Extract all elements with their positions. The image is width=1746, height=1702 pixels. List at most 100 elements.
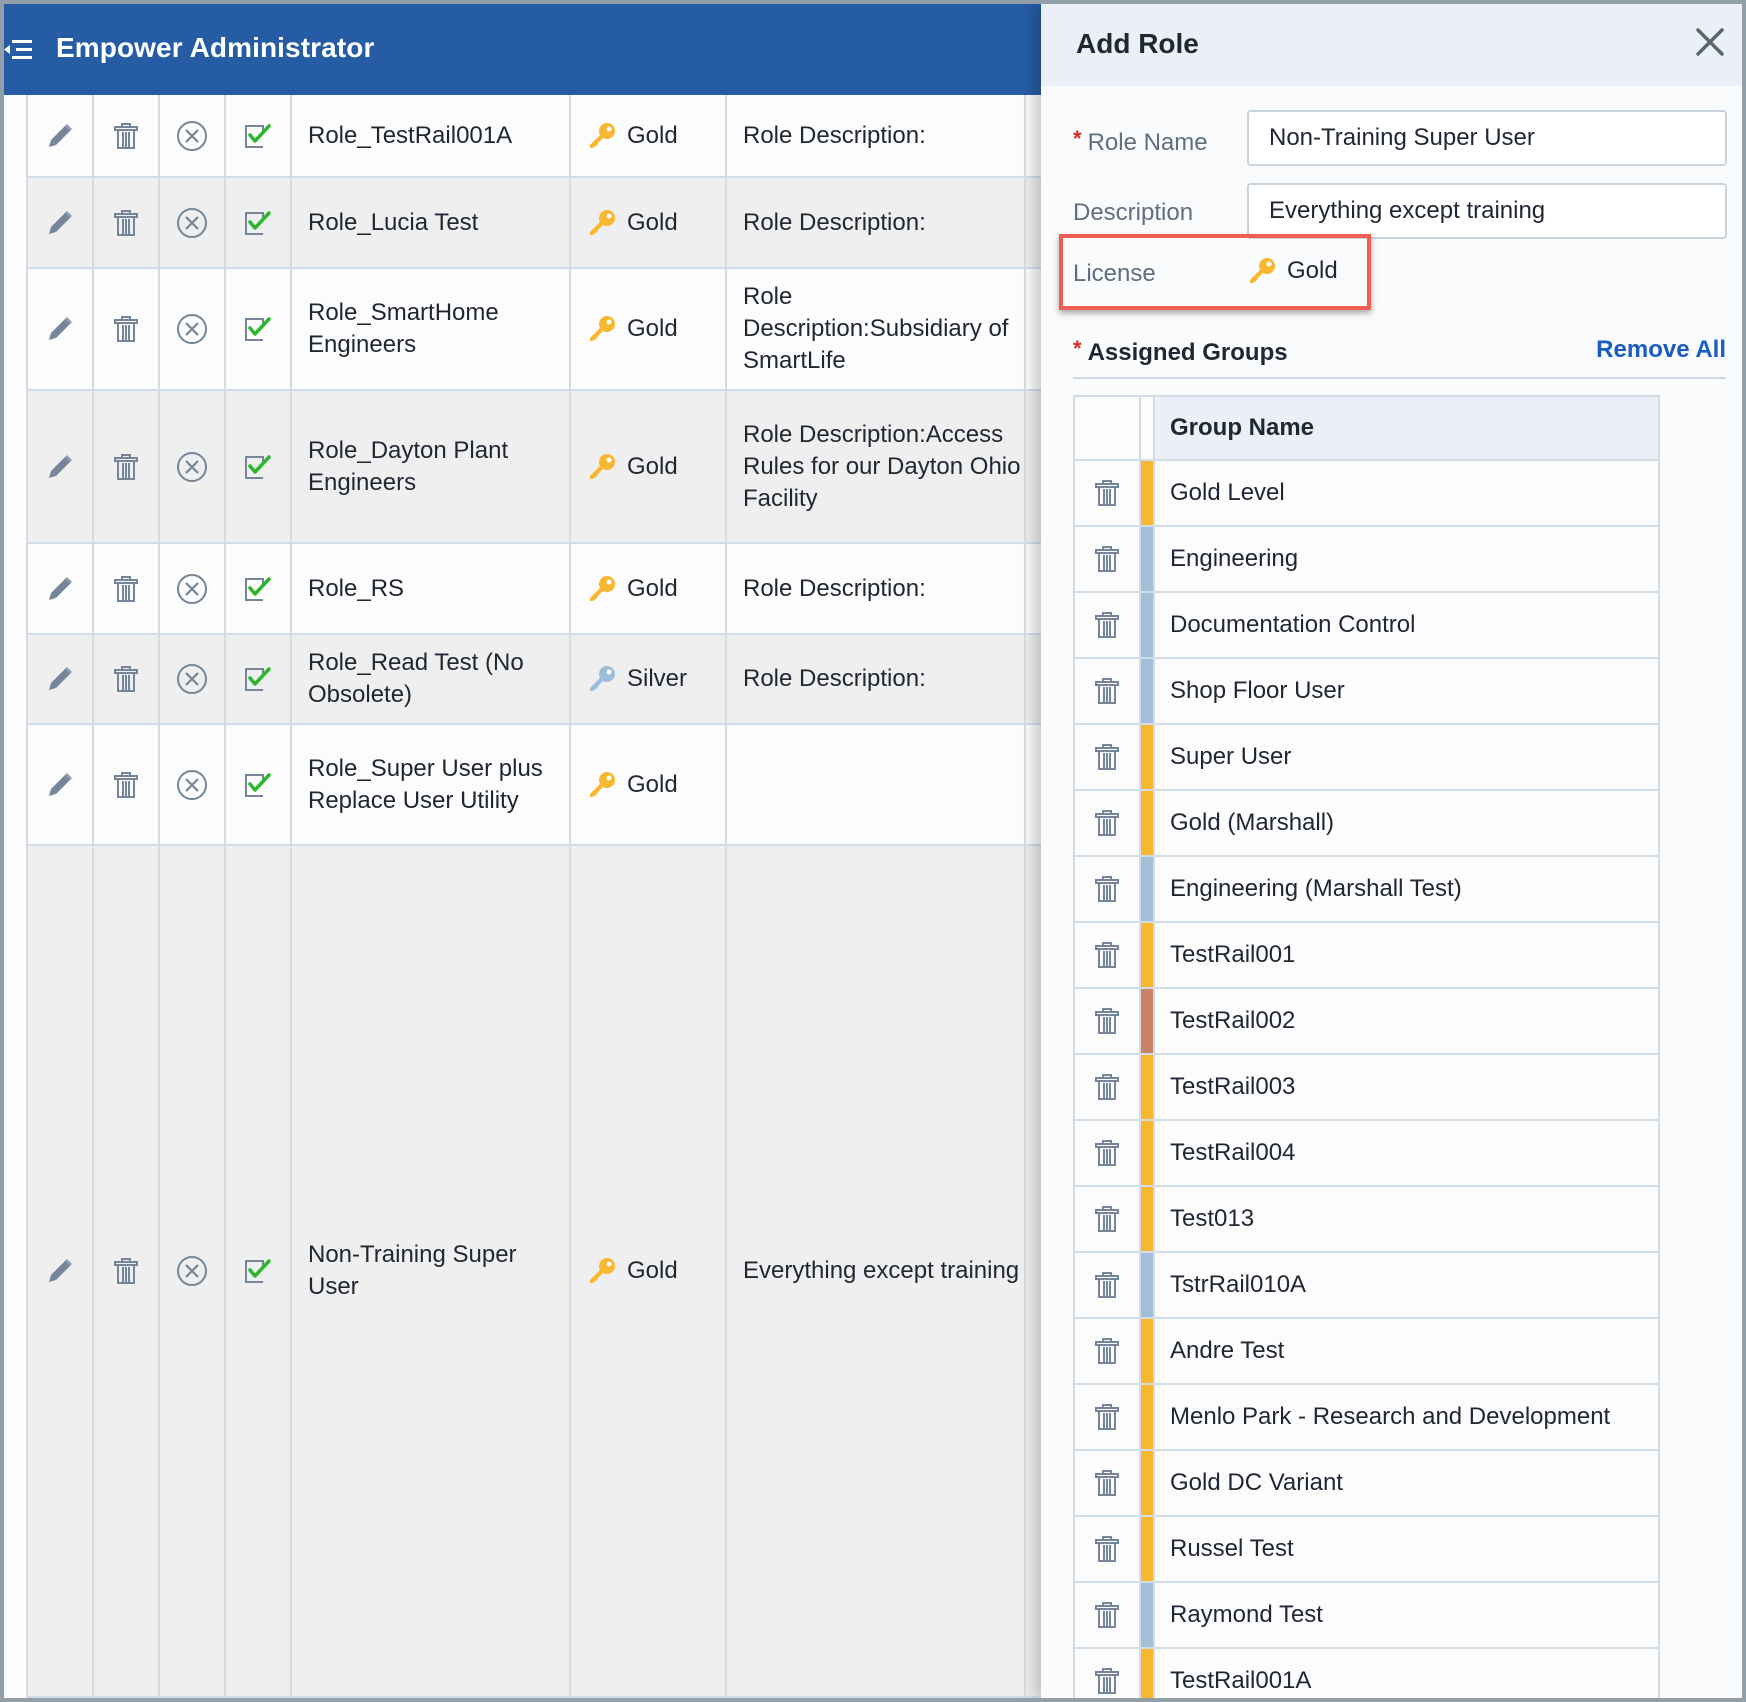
group-name: TstrRail010A bbox=[1170, 1271, 1307, 1298]
activate-role-checkbox[interactable] bbox=[224, 178, 290, 267]
edit-role-button[interactable] bbox=[26, 544, 92, 633]
remove-group-button[interactable] bbox=[1075, 1187, 1141, 1251]
activate-role-checkbox[interactable] bbox=[224, 95, 290, 176]
delete-role-button[interactable] bbox=[92, 178, 158, 267]
role-name-input[interactable] bbox=[1247, 110, 1727, 166]
activate-role-checkbox[interactable] bbox=[224, 391, 290, 542]
group-license-color-strip bbox=[1141, 527, 1155, 591]
role-description: Role Description:Subsidiary of SmartLife bbox=[743, 283, 1009, 374]
edit-role-button[interactable] bbox=[26, 635, 92, 723]
trash-icon bbox=[1094, 1205, 1120, 1233]
group-row: Raymond Test bbox=[1075, 1583, 1658, 1649]
remove-group-button[interactable] bbox=[1075, 989, 1141, 1053]
role-row[interactable]: Role_SmartHome Engineers Gold Role Descrip… bbox=[26, 269, 1126, 391]
deactivate-role-button[interactable] bbox=[158, 178, 224, 267]
section-divider bbox=[1073, 377, 1726, 379]
role-row[interactable]: Role_Read Test (No Obsolete) Silver Role D… bbox=[26, 635, 1126, 725]
license-cell: Gold bbox=[569, 178, 725, 267]
deactivate-role-button[interactable] bbox=[158, 391, 224, 542]
deactivate-role-button[interactable] bbox=[158, 725, 224, 844]
group-row: Gold Level bbox=[1075, 461, 1658, 527]
remove-group-button[interactable] bbox=[1075, 1055, 1141, 1119]
role-name: Role_Lucia Test bbox=[308, 208, 479, 236]
roles-table: Role_TestRail001AGoldRole Description:TR… bbox=[26, 95, 1126, 1698]
remove-group-button[interactable] bbox=[1075, 923, 1141, 987]
activate-role-checkbox[interactable] bbox=[224, 846, 290, 1696]
remove-group-button[interactable] bbox=[1075, 1451, 1141, 1515]
deactivate-x-circle-icon bbox=[176, 313, 208, 345]
group-name: Menlo Park - Research and Development bbox=[1170, 1403, 1611, 1430]
deactivate-role-button[interactable] bbox=[158, 544, 224, 633]
remove-group-button[interactable] bbox=[1075, 1517, 1141, 1581]
delete-role-button[interactable] bbox=[92, 95, 158, 176]
trash-icon bbox=[1094, 1271, 1120, 1299]
group-row: TestRail003 bbox=[1075, 1055, 1658, 1121]
deactivate-role-button[interactable] bbox=[158, 635, 224, 723]
deactivate-role-button[interactable] bbox=[158, 95, 224, 176]
remove-group-button[interactable] bbox=[1075, 1385, 1141, 1449]
edit-pencil-icon bbox=[46, 665, 74, 693]
remove-group-button[interactable] bbox=[1075, 593, 1141, 657]
license-name: Gold bbox=[627, 574, 678, 602]
remove-group-button[interactable] bbox=[1075, 791, 1141, 855]
remove-group-button[interactable] bbox=[1075, 1121, 1141, 1185]
remove-group-button[interactable] bbox=[1075, 659, 1141, 723]
role-name: Role_SmartHome Engineers bbox=[308, 299, 499, 358]
activate-role-checkbox[interactable] bbox=[224, 269, 290, 389]
remove-group-button[interactable] bbox=[1075, 725, 1141, 789]
activate-role-checkbox[interactable] bbox=[224, 725, 290, 844]
role-name-cell: Role_RS bbox=[290, 544, 569, 633]
remove-group-button[interactable] bbox=[1075, 1649, 1141, 1698]
delete-role-button[interactable] bbox=[92, 544, 158, 633]
role-description: Role Description:Access Rules for our Da… bbox=[743, 420, 1021, 512]
edit-role-button[interactable] bbox=[26, 391, 92, 542]
group-row: Engineering (Marshall Test) bbox=[1075, 857, 1658, 923]
delete-role-button[interactable] bbox=[92, 269, 158, 389]
remove-group-button[interactable] bbox=[1075, 1253, 1141, 1317]
app-header: Empower Administrator bbox=[4, 4, 1104, 95]
activate-role-checkbox[interactable] bbox=[224, 544, 290, 633]
remove-all-link[interactable]: Remove All bbox=[1596, 336, 1726, 364]
deactivate-role-button[interactable] bbox=[158, 269, 224, 389]
remove-group-button[interactable] bbox=[1075, 857, 1141, 921]
edit-role-button[interactable] bbox=[26, 95, 92, 176]
trash-icon bbox=[1094, 1007, 1120, 1035]
delete-role-button[interactable] bbox=[92, 391, 158, 542]
role-name-cell: Role_TestRail001A bbox=[290, 95, 569, 176]
trash-icon bbox=[113, 1257, 139, 1285]
activate-role-checkbox[interactable] bbox=[224, 635, 290, 723]
edit-role-button[interactable] bbox=[26, 846, 92, 1696]
delete-role-button[interactable] bbox=[92, 725, 158, 844]
trash-icon bbox=[1094, 941, 1120, 969]
group-name: Andre Test bbox=[1170, 1337, 1285, 1364]
remove-group-button[interactable] bbox=[1075, 461, 1141, 525]
group-name: Raymond Test bbox=[1170, 1601, 1323, 1628]
group-name: Engineering bbox=[1170, 545, 1299, 572]
remove-group-button[interactable] bbox=[1075, 527, 1141, 591]
license-name: Silver bbox=[627, 665, 688, 692]
remove-group-button[interactable] bbox=[1075, 1583, 1141, 1647]
close-x-icon[interactable] bbox=[1692, 24, 1728, 60]
role-row[interactable]: Role_Super User plus Replace User Utilit… bbox=[26, 725, 1126, 846]
group-license-color-strip bbox=[1141, 857, 1155, 921]
description-input[interactable] bbox=[1247, 183, 1727, 239]
license-cell: Silver bbox=[569, 635, 725, 723]
role-row[interactable]: Role_Dayton Plant Engineers Gold Role Desc… bbox=[26, 391, 1126, 544]
delete-role-button[interactable] bbox=[92, 846, 158, 1696]
edit-role-button[interactable] bbox=[26, 725, 92, 844]
edit-role-button[interactable] bbox=[26, 269, 92, 389]
remove-group-button[interactable] bbox=[1075, 1319, 1141, 1383]
group-name-column-header[interactable]: Group Name bbox=[1155, 397, 1658, 459]
role-description-cell: Role Description:Access Rules for our Da… bbox=[725, 391, 1024, 542]
role-name: Role_Super User plus Replace User Utilit… bbox=[308, 754, 543, 814]
role-row[interactable]: Role_Lucia TestGoldRole Description:L bbox=[26, 178, 1126, 269]
collapse-menu-icon[interactable] bbox=[4, 38, 32, 62]
role-description: Role Description: bbox=[743, 574, 926, 602]
deactivate-role-button[interactable] bbox=[158, 846, 224, 1696]
role-row[interactable]: Role_RSGoldRole Description:R bbox=[26, 544, 1126, 635]
role-row[interactable]: Non-Training Super User Gold Everything ex… bbox=[26, 846, 1126, 1698]
edit-role-button[interactable] bbox=[26, 178, 92, 267]
app-title: Empower Administrator bbox=[56, 32, 375, 63]
role-row[interactable]: Role_TestRail001AGoldRole Description:T bbox=[26, 95, 1126, 178]
delete-role-button[interactable] bbox=[92, 635, 158, 723]
